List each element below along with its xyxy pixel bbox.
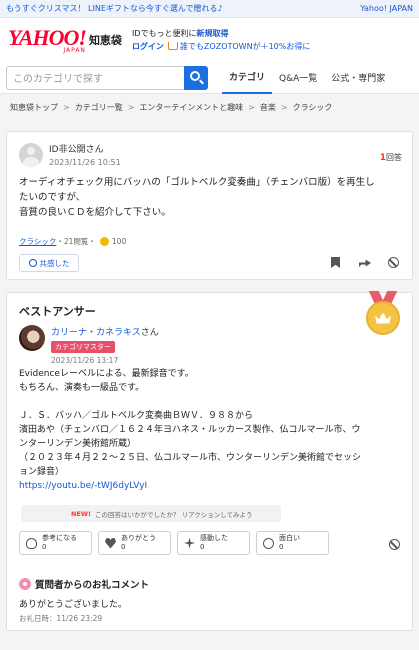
- lightbulb-icon: [26, 537, 37, 549]
- block-icon[interactable]: [389, 539, 400, 550]
- logo[interactable]: YAHOO! JAPAN: [8, 24, 87, 54]
- empathy-button[interactable]: 共感した: [19, 254, 79, 272]
- tab-qa-list[interactable]: Q&A一覧: [272, 62, 324, 94]
- answer-user: カリーナ・カネラキスさん カテゴリマスター 2023/11/26 13:17: [19, 325, 159, 365]
- question-meta: クラシック ・21閲覧・ 100: [19, 236, 126, 247]
- share-icon[interactable]: [359, 257, 371, 269]
- reaction-thanks-button[interactable]: ありがとう 0: [98, 531, 171, 555]
- breadcrumb-item[interactable]: エンターテインメントと趣味: [139, 102, 243, 113]
- search-input[interactable]: このカテゴリで探す: [6, 65, 184, 90]
- question-actions: [330, 257, 400, 269]
- smile-icon: [263, 537, 274, 549]
- breadcrumb: 知恵袋トップ > カテゴリ一覧 > エンターテインメントと趣味 > 音楽 > クラシック: [10, 102, 333, 113]
- site-header: YAHOO! JAPAN 知恵袋 IDでもっと便利に新規取得 ログイン 誰でもZO…: [0, 18, 419, 62]
- service-name[interactable]: 知恵袋: [89, 32, 122, 48]
- coin-icon: [99, 237, 109, 246]
- coin-count: 100: [111, 237, 127, 246]
- new-badge: NEW!: [71, 509, 92, 518]
- promo-bar: もうすぐクリスマス！ LINEギフトなら今すぐ選んで贈れる♪ Yahoo! JA…: [0, 0, 419, 18]
- tab-category[interactable]: カテゴリ: [222, 62, 273, 94]
- thanks-section-title: 質問者からのお礼コメント: [19, 577, 149, 591]
- thanks-comment: ありがとうございました。: [19, 600, 128, 610]
- reaction-prompt: NEW! この回答はいかがでしたか？ リアクションしてみよう: [21, 505, 281, 522]
- view-count: ・21閲覧・: [56, 237, 96, 246]
- search-icon: [190, 70, 200, 81]
- question-date: 2023/11/26 10:51: [49, 158, 121, 167]
- search-row: このカテゴリで探す カテゴリ Q&A一覧 公式・専門家: [0, 62, 419, 94]
- breadcrumb-item[interactable]: カテゴリ一覧: [75, 102, 123, 113]
- smile-icon: [28, 259, 37, 267]
- answer-user-name[interactable]: カリーナ・カネラキス: [51, 328, 141, 338]
- block-icon[interactable]: [388, 257, 400, 269]
- question-card: ID非公開さん 2023/11/26 10:51 1回答 オーディオチェック用に…: [6, 131, 413, 280]
- question-user: ID非公開さん: [49, 145, 104, 155]
- reaction-funny-button[interactable]: 面白い 0: [256, 531, 329, 555]
- reaction-buttons: 参考になる 0 ありがとう 0 感動した 0 面白い 0: [19, 531, 329, 555]
- cart-icon: [167, 42, 178, 50]
- nav-tabs: カテゴリ Q&A一覧 公式・専門家: [222, 62, 392, 94]
- crown-medal-icon: [366, 301, 400, 335]
- yahoo-japan-link[interactable]: Yahoo! JAPAN: [360, 4, 413, 13]
- avatar: [19, 142, 43, 167]
- bookmark-icon[interactable]: [330, 257, 342, 269]
- breadcrumb-item[interactable]: 知恵袋トップ: [10, 102, 58, 113]
- category-link[interactable]: クラシック: [19, 236, 56, 247]
- login-link[interactable]: ログイン: [132, 42, 164, 51]
- answer-text: Evidenceレーベルによる、最新録音です。 もちろん、演奏も一級品です。 Ｊ…: [19, 367, 400, 493]
- youtube-link[interactable]: https://youtu.be/-tWJ6dyLVyI: [19, 479, 400, 493]
- sparkle-icon: [184, 537, 195, 549]
- answer-date: 2023/11/26 13:17: [51, 356, 119, 365]
- answer-count[interactable]: 1回答: [380, 152, 402, 163]
- question-text: オーディオチェック用にバッハの「ゴルトベルク変奏曲」（チェンバロ版）を再生し た…: [19, 177, 375, 218]
- heart-icon: [105, 538, 116, 549]
- flower-icon: [19, 578, 31, 590]
- reaction-moved-button[interactable]: 感動した 0: [177, 531, 250, 555]
- breadcrumb-item[interactable]: クラシック: [293, 102, 333, 113]
- id-promo-text: IDでもっと便利に: [131, 29, 197, 38]
- logo-text: YAHOO!: [8, 24, 87, 50]
- zozo-promo-link[interactable]: 誰でもZOZOTOWNが＋10%お得に: [180, 42, 310, 51]
- breadcrumb-item[interactable]: 音楽: [260, 102, 276, 113]
- promo-link[interactable]: もうすぐクリスマス！ LINEギフトなら今すぐ選んで贈れる♪: [6, 3, 223, 14]
- tab-official-experts[interactable]: 公式・専門家: [324, 62, 392, 94]
- register-link[interactable]: 新規取得: [196, 29, 228, 38]
- best-answer-title: ベストアンサー: [19, 305, 96, 318]
- avatar[interactable]: [19, 325, 45, 351]
- best-answer-card: ベストアンサー カリーナ・カネラキスさん カテゴリマスター 2023/11/26…: [6, 292, 413, 631]
- category-master-badge: カテゴリマスター: [51, 341, 115, 353]
- reaction-helpful-button[interactable]: 参考になる 0: [19, 531, 92, 555]
- search-button[interactable]: [184, 65, 208, 90]
- thanks-date: お礼日時：11/26 23:29: [19, 614, 103, 623]
- account-area: IDでもっと便利に新規取得 ログイン 誰でもZOZOTOWNが＋10%お得に: [132, 27, 310, 53]
